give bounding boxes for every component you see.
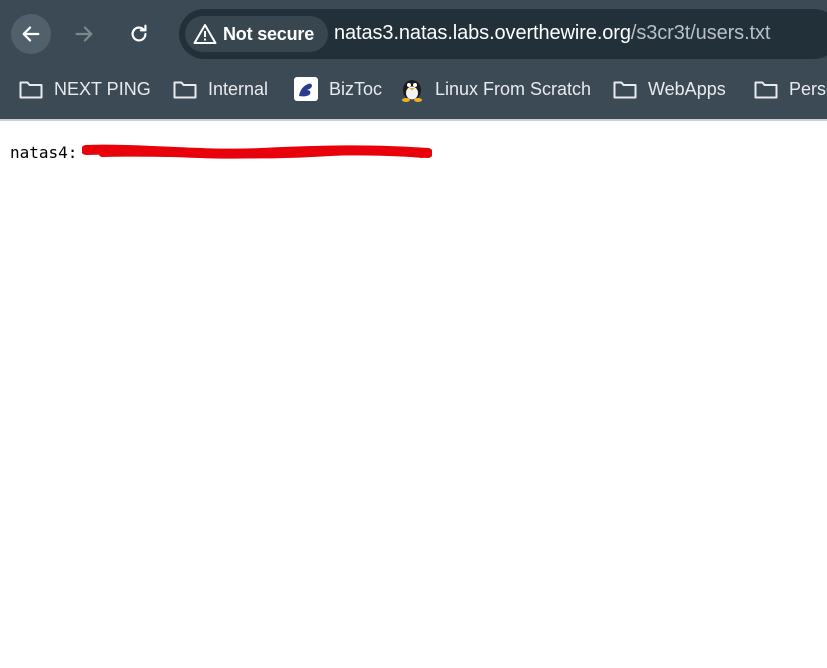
folder-icon (18, 78, 44, 100)
url-text[interactable]: natas3.natas.labs.overthewire.org/s3cr3t… (334, 22, 770, 45)
tux-favicon (399, 78, 425, 102)
arrow-right-icon (75, 26, 93, 42)
arrow-left-icon (22, 26, 40, 42)
bookmark-webapps[interactable]: WebApps (612, 70, 726, 108)
forward-button[interactable] (64, 14, 104, 54)
bookmark-label: Perso (789, 78, 827, 99)
bookmark-perso[interactable]: Perso (753, 70, 827, 108)
bookmark-internal[interactable]: Internal (172, 70, 268, 108)
bookmark-label: Linux From Scratch (435, 78, 592, 99)
bookmark-linux-from-scratch[interactable]: Linux From Scratch (399, 70, 591, 108)
bookmark-next-ping[interactable]: NEXT PING (18, 70, 151, 108)
folder-icon (172, 78, 198, 100)
bookmark-label: BizToc (329, 78, 383, 99)
reload-icon (131, 24, 147, 42)
url-host: natas3.natas.labs.overthewire.org (334, 22, 631, 44)
security-indicator[interactable]: Not secure (185, 16, 329, 52)
folder-icon (753, 78, 779, 100)
bookmark-label: NEXT PING (54, 78, 151, 99)
biztoc-favicon (293, 77, 319, 101)
page-text: natas4: (10, 143, 78, 162)
back-button[interactable] (11, 14, 51, 54)
browser-toolbar: Not secure natas3.natas.labs.overthewire… (0, 0, 827, 119)
warning-triangle-icon (193, 24, 217, 44)
toolbar-divider (0, 119, 827, 121)
folder-icon (612, 78, 638, 100)
bookmark-label: WebApps (648, 78, 726, 99)
bookmark-label: Internal (208, 78, 269, 99)
redaction-scribble (82, 144, 432, 159)
reload-button[interactable] (119, 14, 159, 54)
bookmarks-bar: NEXT PING Internal BizToc Linux From Scr… (0, 70, 827, 108)
url-path: /s3cr3t/users.txt (630, 22, 771, 44)
bookmark-biztoc[interactable]: BizToc (293, 70, 382, 108)
address-bar[interactable]: Not secure natas3.natas.labs.overthewire… (179, 9, 827, 59)
security-label: Not secure (223, 23, 315, 44)
